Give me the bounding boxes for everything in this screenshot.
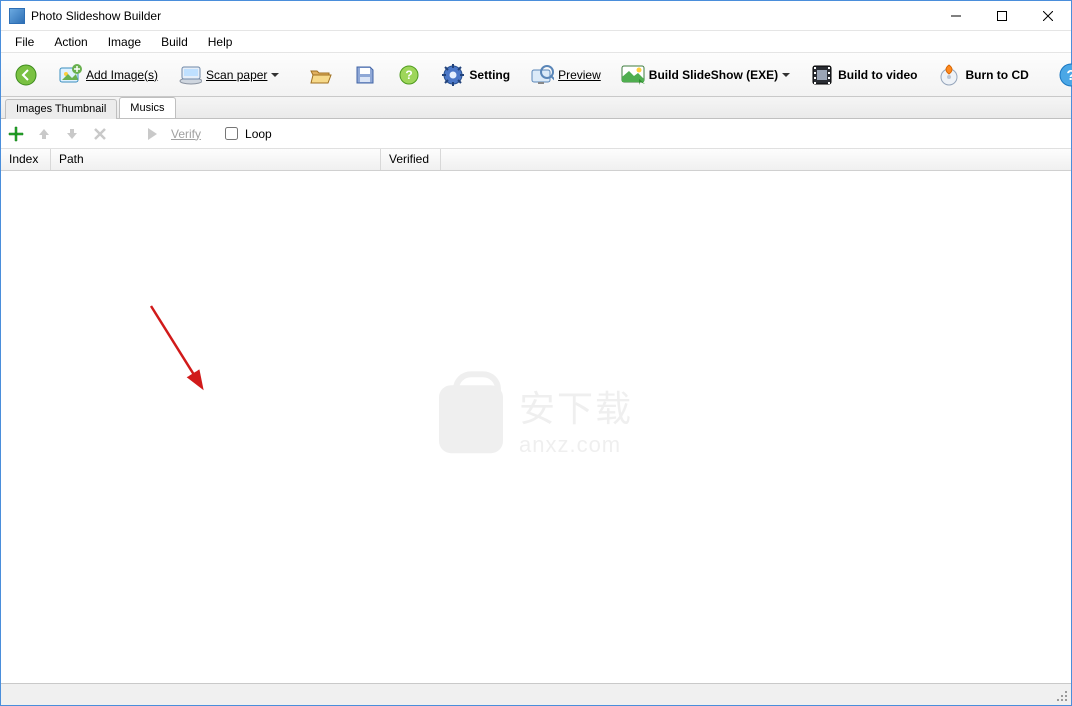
move-down-button[interactable] xyxy=(63,125,81,143)
loop-checkbox-input[interactable] xyxy=(225,127,238,140)
menubar: File Action Image Build Help xyxy=(1,31,1071,53)
folder-open-icon xyxy=(309,63,333,87)
help-circle-button[interactable]: ? xyxy=(390,59,428,91)
add-music-button[interactable] xyxy=(7,125,25,143)
menu-build[interactable]: Build xyxy=(151,33,198,51)
move-up-button[interactable] xyxy=(35,125,53,143)
tabstrip: Images Thumbnail Musics xyxy=(1,97,1071,119)
add-images-button[interactable]: Add Image(s) xyxy=(51,59,165,91)
bag-icon xyxy=(439,385,503,453)
column-verified[interactable]: Verified xyxy=(381,149,441,170)
add-images-label: Add Image(s) xyxy=(86,68,158,82)
help-small-icon: ? xyxy=(397,63,421,87)
app-window: Photo Slideshow Builder File Action Imag… xyxy=(0,0,1072,706)
menu-image[interactable]: Image xyxy=(98,33,151,51)
close-button[interactable] xyxy=(1025,1,1071,31)
slideshow-icon xyxy=(621,63,645,87)
gear-icon xyxy=(441,63,465,87)
chevron-down-icon xyxy=(271,71,279,79)
maximize-icon xyxy=(997,11,1007,21)
save-button[interactable] xyxy=(346,59,384,91)
back-icon xyxy=(14,63,38,87)
open-button[interactable] xyxy=(302,59,340,91)
verify-link[interactable]: Verify xyxy=(171,127,201,141)
back-button[interactable] xyxy=(7,59,45,91)
burn-to-cd-label: Burn to CD xyxy=(965,68,1028,82)
build-slideshow-label: Build SlideShow (EXE) xyxy=(649,68,778,82)
plus-icon xyxy=(8,126,24,142)
menu-action[interactable]: Action xyxy=(44,33,97,51)
window-title: Photo Slideshow Builder xyxy=(31,9,161,23)
minimize-button[interactable] xyxy=(933,1,979,31)
annotation-arrow xyxy=(146,301,226,401)
column-index[interactable]: Index xyxy=(1,149,51,170)
list-column-header: Index Path Verified xyxy=(1,149,1071,171)
menu-file[interactable]: File xyxy=(5,33,44,51)
statusbar xyxy=(1,683,1071,705)
scanner-icon xyxy=(178,63,202,87)
preview-label: Preview xyxy=(558,68,601,82)
setting-button[interactable]: Setting xyxy=(434,59,517,91)
watermark-text-1: 安下载 xyxy=(519,380,633,432)
minimize-icon xyxy=(951,11,961,21)
scan-paper-button[interactable]: Scan paper xyxy=(171,59,286,91)
svg-text:?: ? xyxy=(1066,67,1072,84)
watermark-text-2: anxz.com xyxy=(519,432,633,458)
maximize-button[interactable] xyxy=(979,1,1025,31)
play-icon xyxy=(146,127,158,141)
save-icon xyxy=(353,63,377,87)
watermark: 安下载 anxz.com xyxy=(439,380,633,458)
remove-button[interactable] xyxy=(91,125,109,143)
arrow-down-icon xyxy=(65,127,79,141)
loop-label: Loop xyxy=(245,127,272,141)
column-path[interactable]: Path xyxy=(51,149,381,170)
resize-grip-icon[interactable] xyxy=(1055,689,1069,703)
main-toolbar: Add Image(s) Scan paper ? xyxy=(1,53,1071,97)
preview-button[interactable]: Preview xyxy=(523,59,608,91)
play-verify-button[interactable] xyxy=(143,125,161,143)
menu-help[interactable]: Help xyxy=(198,33,243,51)
tab-images-thumbnail[interactable]: Images Thumbnail xyxy=(5,99,117,119)
film-icon xyxy=(810,63,834,87)
help-button[interactable]: ? xyxy=(1052,59,1072,91)
build-slideshow-button[interactable]: Build SlideShow (EXE) xyxy=(614,59,797,91)
titlebar: Photo Slideshow Builder xyxy=(1,1,1071,31)
close-icon xyxy=(1043,11,1053,21)
burn-to-cd-button[interactable]: Burn to CD xyxy=(930,59,1035,91)
arrow-up-icon xyxy=(37,127,51,141)
svg-text:?: ? xyxy=(406,68,413,82)
help-icon: ? xyxy=(1059,63,1072,87)
setting-label: Setting xyxy=(469,68,510,82)
app-icon xyxy=(9,8,25,24)
build-to-video-button[interactable]: Build to video xyxy=(803,59,924,91)
preview-icon xyxy=(530,63,554,87)
burn-cd-icon xyxy=(937,63,961,87)
musics-toolbar: Verify Loop xyxy=(1,119,1071,149)
scan-paper-label: Scan paper xyxy=(206,68,267,82)
add-images-icon xyxy=(58,63,82,87)
x-icon xyxy=(93,127,107,141)
loop-checkbox[interactable]: Loop xyxy=(221,124,272,143)
music-list-area: 安下载 anxz.com xyxy=(1,171,1071,683)
build-to-video-label: Build to video xyxy=(838,68,917,82)
tab-musics[interactable]: Musics xyxy=(119,97,175,118)
chevron-down-icon xyxy=(782,71,790,79)
